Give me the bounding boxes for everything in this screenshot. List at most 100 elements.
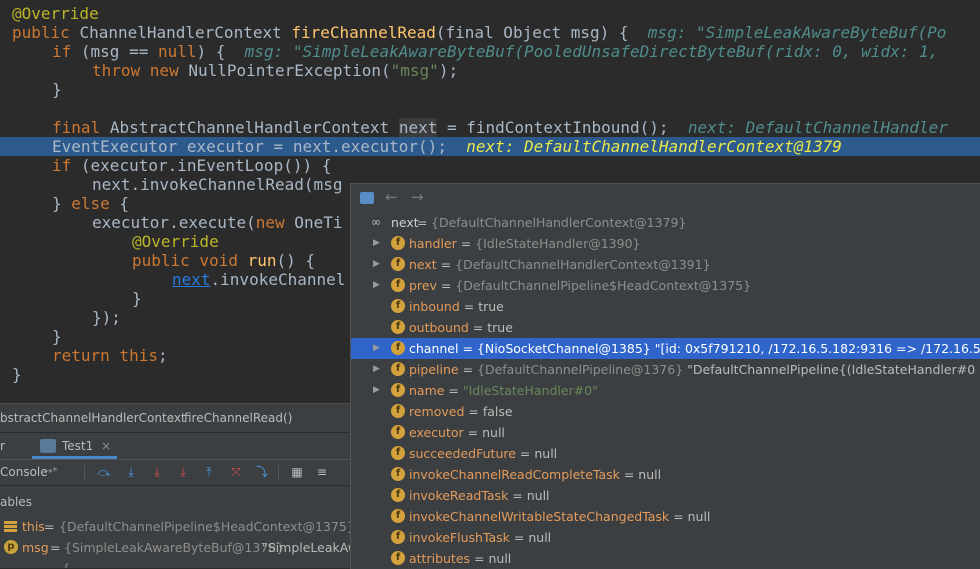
popup-field-row-invokechannelreadcompletetask[interactable]: f invokeChannelReadCompleteTask = null [351,464,980,485]
expand-arrow-icon[interactable]: ▶ [373,338,383,359]
field-text: next = {DefaultChannelHandlerContext@139… [409,254,711,275]
field-value: true [478,299,504,314]
field-text: channel = {NioSocketChannel@1385} "[id: … [409,338,980,359]
tab-test1[interactable]: Test1 [62,439,93,453]
field-value: null [528,530,552,545]
evaluate-expression-icon[interactable]: ▦ [290,465,304,479]
force-step-into-icon[interactable]: ⤓ [176,465,190,479]
code-line: @Override [12,4,99,23]
code-line: } [12,365,22,384]
field-value: null [526,488,550,503]
close-tab-icon[interactable]: × [101,439,111,453]
popup-field-row-invokereadtask[interactable]: f invokeReadTask = null [351,485,980,506]
field-value: {IdleStateHandler@1390} [475,236,641,251]
popup-toolbar: ← → [351,184,980,212]
code-line: @Override [132,232,219,251]
toolbar-divider [278,465,279,480]
code-line: executor.execute(new OneTi [92,213,343,232]
expand-arrow-icon[interactable]: ▶ [373,233,383,254]
breadcrumb-separator: › [170,411,175,425]
parameter-icon: p [4,540,18,554]
field-icon: f [391,509,405,523]
back-arrow-icon[interactable]: ← [385,188,398,206]
field-equals: = [458,362,478,377]
field-text: succeededFuture = null [409,443,557,464]
more-icon[interactable]: ≡ [315,465,329,479]
step-over-icon[interactable]: ⤓ [124,465,138,479]
popup-field-row-channel[interactable]: ▶ f channel = {NioSocketChannel@1385} "[id… [351,338,980,359]
popup-field-row-prev[interactable]: ▶ f prev = {DefaultChannelPipeline$HeadCon… [351,275,980,296]
variables-panel-header: ables [0,485,350,516]
popup-field-row-invokechannelwritablestatechangedtask[interactable]: f invokeChannelWritableStateChangedTask =… [351,506,980,527]
code-line: } else { [52,194,130,213]
field-name: removed [409,404,465,419]
field-icon: f [391,467,405,481]
forward-arrow-icon[interactable]: → [411,188,424,206]
variables-list[interactable]: this = {DefaultChannelPipeline$HeadConte… [0,516,350,568]
popup-field-row-handler[interactable]: ▶ f handler = {IdleStateHandler@1390} [351,233,980,254]
expand-arrow-icon[interactable]: ▶ [373,275,383,296]
field-value: null [687,509,711,524]
expand-arrow-icon[interactable]: ▶ [373,359,383,380]
breadcrumb-item-method[interactable]: fireChannelRead() [184,411,292,425]
field-value: "IdleStateHandler#0" [462,383,598,398]
expand-arrow-icon[interactable]: ▶ [373,380,383,401]
console-arrow-icon[interactable]: →* [44,466,57,477]
field-equals: = [508,488,527,503]
breadcrumb-item-class[interactable]: bstractChannelHandlerContext [0,411,186,425]
field-text: handler = {IdleStateHandler@1390} [409,233,640,254]
popup-field-row-outbound[interactable]: f outbound = true [351,317,980,338]
field-icon: f [391,278,405,292]
field-value: null [638,467,662,482]
code-line: public ChannelHandlerContext fireChannel… [12,23,947,42]
popup-field-row-name[interactable]: ▶ f name = "IdleStateHandler#0" [351,380,980,401]
pin-icon[interactable] [360,192,374,204]
tab-partial[interactable]: r [0,439,5,453]
code-line: }); [92,308,121,327]
run-config-icon [40,439,56,453]
field-icon: f [391,320,405,334]
console-tab[interactable]: Console [0,465,48,479]
watch-icon: ∞ [371,215,381,229]
run-to-cursor-icon[interactable]: ⤵ [255,465,269,479]
step-into-icon[interactable]: ⤓ [150,465,164,479]
field-icon: f [391,257,405,271]
popup-field-row-removed[interactable]: f removed = false [351,401,980,422]
popup-field-row-invokeflushtask[interactable]: f invokeFlushTask = null [351,527,980,548]
expand-arrow-icon[interactable]: ▶ [373,254,383,275]
field-value: null [534,446,558,461]
field-equals: = [464,404,483,419]
popup-field-row-executor[interactable]: f executor = null [351,422,980,443]
field-text: outbound = true [409,317,513,338]
step-out-icon[interactable]: ⤒ [202,465,216,479]
field-text: invokeChannelWritableStateChangedTask = … [409,506,710,527]
field-equals: = [470,551,489,566]
field-icon: f [391,530,405,544]
field-equals: = [458,341,477,356]
field-name: pipeline [409,362,459,377]
field-value: true [487,320,513,335]
field-text: invokeFlushTask = null [409,527,551,548]
stack-icon [4,521,17,532]
popup-field-row-next[interactable]: ▶ f next = {DefaultChannelHandlerContext@1… [351,254,980,275]
popup-field-row-succeededfuture[interactable]: f succeededFuture = null [351,443,980,464]
code-line: next.invokeChannel [172,270,346,289]
drop-frame-icon[interactable]: ⤧ [229,465,243,479]
field-value: {DefaultChannelPipeline@1376} [477,362,684,377]
field-text: pipeline = {DefaultChannelPipeline@1376}… [409,359,980,380]
code-line: next.invokeChannelRead(msg [92,175,343,194]
inline-debug-hint: msg: "SimpleLeakAwareByteBuf(Po [647,23,947,42]
popup-root-row[interactable]: ∞ next = {DefaultChannelHandlerContext@1… [351,212,980,233]
field-equals: = [509,530,529,545]
field-value: false [482,404,513,419]
field-name: prev [409,278,437,293]
field-equals: = [456,236,476,251]
field-name: executor [409,425,464,440]
breadcrumb: bstractChannelHandlerContext › fireChann… [0,403,350,432]
popup-field-row-inbound[interactable]: f inbound = true [351,296,980,317]
popup-field-row-pipeline[interactable]: ▶ f pipeline = {DefaultChannelPipeline@137… [351,359,980,380]
debug-tabs: r Test1 × [0,432,350,459]
show-execution-point-icon[interactable]: ⤼ [97,465,111,479]
popup-field-row-attributes[interactable]: f attributes = null [351,548,980,569]
field-name: invokeFlushTask [409,530,510,545]
